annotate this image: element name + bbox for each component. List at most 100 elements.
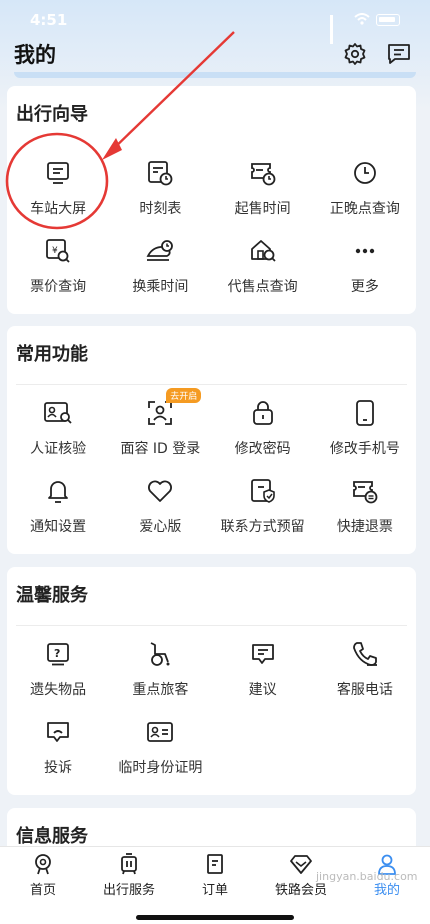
quick-refund-item[interactable]: 快捷退票 <box>314 460 416 538</box>
agent-point-icon <box>250 240 276 262</box>
item-label: 临时身份证明 <box>118 760 203 776</box>
section-title: 常用功能 <box>16 344 88 365</box>
notification-settings-item[interactable]: 通知设置 <box>7 460 109 538</box>
common-functions-grid: 人证核验 去开启 面容 ID 登录 修改密码 修改手机号 通知设置 爱心版 联系… <box>7 382 416 538</box>
item-label: 修改手机号 <box>329 441 400 457</box>
phone-icon <box>355 400 374 426</box>
section-title: 温馨服务 <box>16 585 88 606</box>
warm-services-grid: ? 遗失物品 重点旅客 建议 客服电话 投诉 临时身份证明 <box>7 623 416 779</box>
tab-label: 出行服务 <box>102 882 155 898</box>
wheelchair-icon <box>150 642 170 666</box>
tab-home[interactable]: 首页 <box>0 847 86 903</box>
item-label: 票价查询 <box>30 279 87 295</box>
page-title: 我的 <box>14 43 56 67</box>
item-label: 时刻表 <box>139 201 182 217</box>
suggestion-item[interactable]: 建议 <box>212 623 314 701</box>
sale-time-icon <box>250 163 276 186</box>
complaint-item[interactable]: 投诉 <box>7 701 109 779</box>
punctuality-query-item[interactable]: 正晚点查询 <box>314 142 416 220</box>
item-label: 人证核验 <box>30 441 87 457</box>
item-label: 建议 <box>248 682 277 698</box>
message-button[interactable] <box>382 37 416 71</box>
id-verify-item[interactable]: 人证核验 <box>7 382 109 460</box>
key-passenger-item[interactable]: 重点旅客 <box>109 623 211 701</box>
clock-icon <box>353 162 376 184</box>
id-verify-icon <box>44 402 72 424</box>
fare-query-icon: ¥ <box>46 239 70 263</box>
order-icon <box>207 853 223 874</box>
tab-label: 首页 <box>29 882 56 898</box>
agent-point-item[interactable]: 代售点查询 <box>212 220 314 298</box>
customer-phone-icon <box>352 642 377 666</box>
more-icon <box>355 248 375 254</box>
enable-badge: 去开启 <box>166 388 202 403</box>
svg-text:?: ? <box>54 647 60 660</box>
quick-refund-icon <box>352 481 378 504</box>
item-label: 联系方式预留 <box>220 519 305 535</box>
tab-travel-service[interactable]: 出行服务 <box>86 847 172 903</box>
item-label: 投诉 <box>44 760 73 776</box>
tab-bar: 首页 出行服务 订单 铁路会员 我的 <box>0 846 430 924</box>
care-version-item[interactable]: 爱心版 <box>109 460 211 538</box>
header: 我的 <box>0 36 430 72</box>
temp-id-item[interactable]: 临时身份证明 <box>109 701 211 779</box>
item-label: 修改密码 <box>234 441 291 457</box>
face-id-login-item[interactable]: 去开启 面容 ID 登录 <box>109 382 211 460</box>
item-label: 快捷退票 <box>336 519 393 535</box>
transfer-time-item[interactable]: 换乘时间 <box>109 220 211 298</box>
change-password-item[interactable]: 修改密码 <box>212 382 314 460</box>
lock-icon <box>252 401 273 425</box>
station-screen-item[interactable]: 车站大屏 <box>7 142 109 220</box>
travel-guide-card: 出行向导 车站大屏 时刻表 起售时间 正晚点查询 ¥ 票价查询 换乘时间 代售点… <box>7 86 416 314</box>
timetable-item[interactable]: 时刻表 <box>109 142 211 220</box>
battery-icon <box>376 14 400 26</box>
travel-guide-grid: 车站大屏 时刻表 起售时间 正晚点查询 ¥ 票价查询 换乘时间 代售点查询 更多 <box>7 142 416 298</box>
item-label: 换乘时间 <box>132 279 189 295</box>
status-time: 4:51 <box>30 11 68 29</box>
item-label: 面容 ID 登录 <box>120 441 201 457</box>
lost-item-icon: ? <box>47 643 70 666</box>
bell-icon <box>48 481 69 503</box>
item-label: 起售时间 <box>234 201 291 217</box>
travel-service-icon <box>121 852 137 874</box>
message-icon <box>388 44 410 64</box>
common-functions-card: 常用功能 人证核验 去开启 面容 ID 登录 修改密码 修改手机号 通知设置 爱… <box>7 326 416 554</box>
wifi-icon <box>354 11 370 29</box>
section-title: 出行向导 <box>16 104 88 125</box>
status-bar: 4:51 <box>0 0 430 44</box>
complaint-icon <box>47 722 70 742</box>
temp-id-icon <box>147 722 174 742</box>
contact-reserve-item[interactable]: 联系方式预留 <box>212 460 314 538</box>
tab-label: 订单 <box>201 882 228 898</box>
sale-time-item[interactable]: 起售时间 <box>212 142 314 220</box>
home-indicator[interactable] <box>136 915 294 920</box>
contact-reserve-icon <box>250 479 275 503</box>
item-label: 更多 <box>350 279 379 295</box>
status-icons <box>330 11 400 44</box>
station-screen-icon <box>47 162 70 184</box>
home-icon <box>35 853 51 874</box>
warm-services-card: 温馨服务 ? 遗失物品 重点旅客 建议 客服电话 投诉 临时身份证明 <box>7 567 416 795</box>
item-label: 代售点查询 <box>227 279 298 295</box>
suggestion-icon <box>251 644 274 664</box>
watermark: jingyan.baidu.com <box>316 870 418 883</box>
lost-item-item[interactable]: ? 遗失物品 <box>7 623 109 701</box>
item-label: 车站大屏 <box>30 201 87 217</box>
tab-order[interactable]: 订单 <box>172 847 258 903</box>
fare-query-item[interactable]: ¥ 票价查询 <box>7 220 109 298</box>
heart-icon <box>148 480 173 502</box>
customer-phone-item[interactable]: 客服电话 <box>314 623 416 701</box>
change-phone-item[interactable]: 修改手机号 <box>314 382 416 460</box>
transfer-icon <box>146 240 174 261</box>
item-label: 正晚点查询 <box>329 201 400 217</box>
item-label: 爱心版 <box>139 519 182 535</box>
gear-icon <box>344 43 366 65</box>
item-label: 重点旅客 <box>132 682 189 698</box>
item-label: 通知设置 <box>30 519 87 535</box>
more-item[interactable]: 更多 <box>314 220 416 298</box>
svg-text:¥: ¥ <box>52 246 58 256</box>
settings-button[interactable] <box>338 37 372 71</box>
signal-icon <box>330 14 348 44</box>
item-label: 遗失物品 <box>30 682 87 698</box>
timetable-icon <box>148 161 173 186</box>
